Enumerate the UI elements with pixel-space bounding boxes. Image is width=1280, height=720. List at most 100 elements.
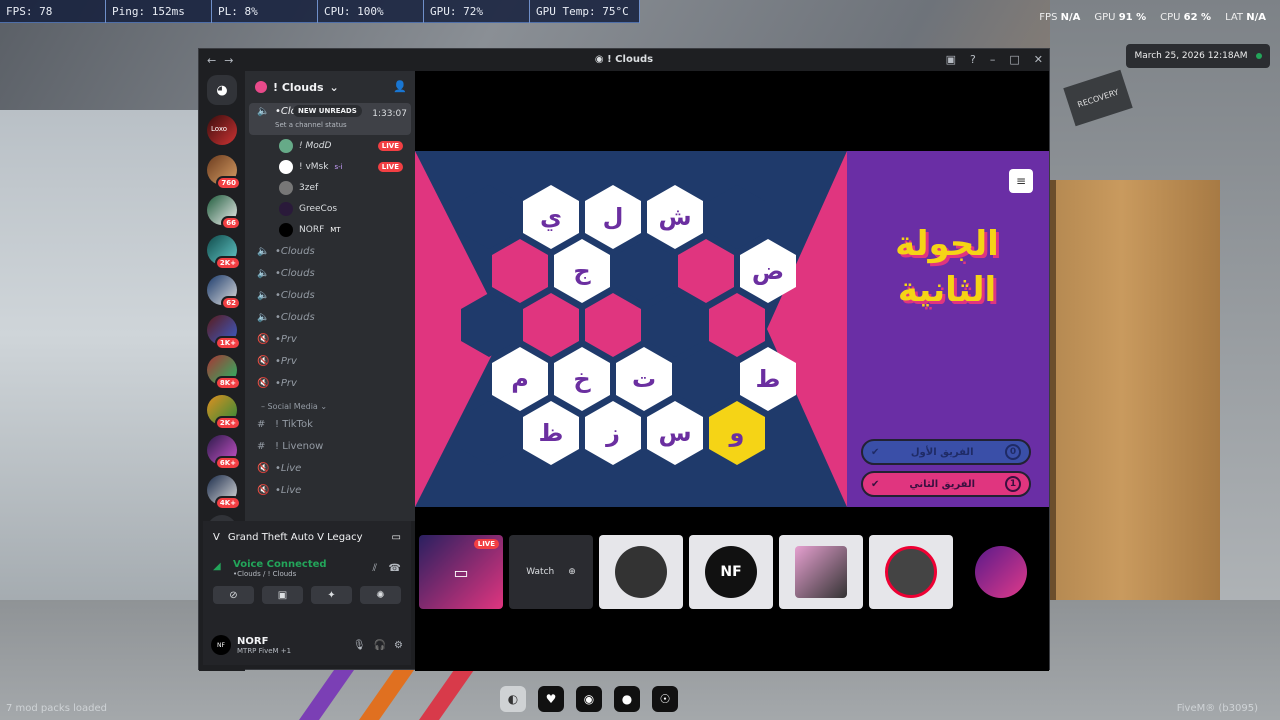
stream-screen-icon[interactable]: ▭ [392,532,401,543]
participant-tile[interactable]: NF [689,535,773,609]
locked-voice-channel[interactable]: 🔇 •Prv [249,372,411,394]
voice-channel[interactable]: 🔈 •Clouds [249,262,411,284]
guild-icon[interactable]: 62 [207,275,241,310]
guild-badge: 8K+ [214,376,241,390]
inbox-icon[interactable]: ▣ [946,53,956,66]
voice-channel[interactable]: 🔈 •Clouds [249,306,411,328]
user-panel: NF NORF MTRP FiveM +1 🎙 🎧 ⚙ [203,625,411,665]
heart-icon[interactable]: ♥ [538,686,564,712]
popout-icon[interactable]: ⊕ [568,567,576,577]
perf-fps: FPS: 78 [0,0,106,23]
hex-cell[interactable]: ز [585,401,641,465]
voice-user[interactable]: NORF MT [249,219,411,240]
voice-user[interactable]: ! vMsk s-i LIVE [249,156,411,177]
help-icon[interactable]: ? [970,53,976,66]
avatar: NF [705,546,757,598]
headphones-icon[interactable]: 🎧 [374,640,386,651]
activities-button[interactable]: ✦ [311,586,352,604]
hex-cell[interactable] [585,293,641,357]
noise-suppression-icon[interactable]: ⫽ [373,563,377,574]
hex-cell[interactable] [709,185,765,249]
hex-cell[interactable]: ش [647,185,703,249]
avatar[interactable]: NF [211,635,231,655]
channel-timer: 1:33:07 [372,109,407,119]
locked-voice-channel[interactable]: 🔇 •Prv [249,328,411,350]
participant-tile[interactable] [779,535,863,609]
stamina-icon[interactable]: ☉ [652,686,678,712]
hex-cell[interactable] [523,293,579,357]
voice-channel[interactable]: 🔈 •Clouds [249,284,411,306]
disconnect-icon[interactable]: ☎ [389,563,401,574]
live-badge: LIVE [473,539,499,549]
guild-icon[interactable]: 6K+ [207,435,241,470]
food-icon[interactable]: ◉ [576,686,602,712]
participant-tile[interactable] [869,535,953,609]
clock-widget: March 25, 2026 12:18AM [1126,44,1270,68]
locked-voice-channel[interactable]: 🔇 •Live [249,457,411,479]
category-header[interactable]: – Social Media ⌄ [249,394,411,413]
hex-cell[interactable] [678,239,734,303]
hex-cell[interactable] [709,293,765,357]
hex-cell[interactable]: ل [585,185,641,249]
hex-cell[interactable]: ج [554,239,610,303]
perf-packet-loss: PL: 8% [212,0,318,23]
hex-cell[interactable]: ت [616,347,672,411]
guild-badge: 6K+ [214,456,241,470]
guild-icon[interactable]: Loxo [207,115,237,145]
hex-cell[interactable]: و [709,401,765,465]
guild-icon[interactable]: 1K+ [207,315,241,350]
voice-user[interactable]: GreeCos [249,198,411,219]
discord-window: ← → ◉ ! Clouds ▣ ? – □ ✕ ◕ Loxo 760 66 2… [198,48,1050,671]
stream-view[interactable]: يلشجضمختطظزسو ≡ الجولة الثانية ✔ الفريق … [415,71,1049,671]
hex-cell[interactable] [647,293,703,357]
voice-user[interactable]: 3zef [249,177,411,198]
text-channel[interactable]: # ! TikTok [249,413,411,435]
hex-cell[interactable] [678,347,734,411]
microphone-icon[interactable]: 🎙 [353,640,366,651]
channel-name: •Clouds [275,245,315,257]
close-icon[interactable]: ✕ [1034,53,1043,66]
guild-icon[interactable]: 760 [207,155,241,190]
screen-share-button[interactable]: ▣ [262,586,303,604]
participant-tile[interactable] [959,535,1043,609]
hamburger-menu-icon[interactable]: ≡ [1009,169,1033,193]
discord-home-icon[interactable]: ◕ [207,75,237,105]
voice-channel[interactable]: 🔈 •Clouds [249,240,411,262]
participant-tile[interactable]: Watch ⊕ [509,535,593,609]
avatar [279,159,293,174]
locked-voice-channel[interactable]: 🔇 •Prv [249,350,411,372]
new-unreads-pill[interactable]: NEW UNREADS [293,105,362,117]
participant-tile[interactable]: ▭ LIVE [419,535,503,609]
channel-status[interactable]: Set a channel status [275,121,347,129]
hex-cell[interactable]: خ [554,347,610,411]
watch-button[interactable]: Watch [526,567,554,577]
server-header[interactable]: ! Clouds ⌄ 👤 [245,71,415,103]
guild-icon[interactable]: 8K+ [207,355,241,390]
guild-icon[interactable]: 4K+ [207,475,241,510]
channel-name: ! Livenow [275,440,324,452]
locked-voice-channel[interactable]: 🔇 •Live [249,479,411,501]
participant-tile[interactable] [599,535,683,609]
maximize-icon[interactable]: □ [1009,53,1019,66]
hex-cell[interactable]: س [647,401,703,465]
chevron-down-icon: ⌄ [329,80,339,94]
hex-cell[interactable]: ي [523,185,579,249]
water-drop-icon[interactable]: ● [614,686,640,712]
minimize-icon[interactable]: – [990,53,996,66]
hotbar-slot[interactable]: ◐ [500,686,526,712]
settings-gear-icon[interactable]: ⚙ [394,640,403,651]
text-channel[interactable]: # ! Livenow [249,435,411,457]
soundboard-button[interactable]: ✺ [360,586,401,604]
participant-tiles: ▭ LIVE Watch ⊕ NF [419,535,1043,609]
hex-cell[interactable]: ظ [523,401,579,465]
voice-channel-active[interactable]: 🔈 •Clouds NEW UNREADS 1:33:07 Set a chan… [249,103,411,135]
guild-icon[interactable]: 66 [207,195,241,230]
invite-people-icon[interactable]: 👤 [393,80,407,93]
user-info[interactable]: NORF MTRP FiveM +1 [237,636,291,655]
guild-icon[interactable]: 2K+ [207,395,241,430]
voice-user[interactable]: ! ModD LIVE [249,135,411,156]
hex-cell[interactable] [616,239,672,303]
guild-icon[interactable]: 2K+ [207,235,241,270]
camera-off-button[interactable]: ⊘ [213,586,254,604]
check-icon: ✔ [871,446,880,458]
